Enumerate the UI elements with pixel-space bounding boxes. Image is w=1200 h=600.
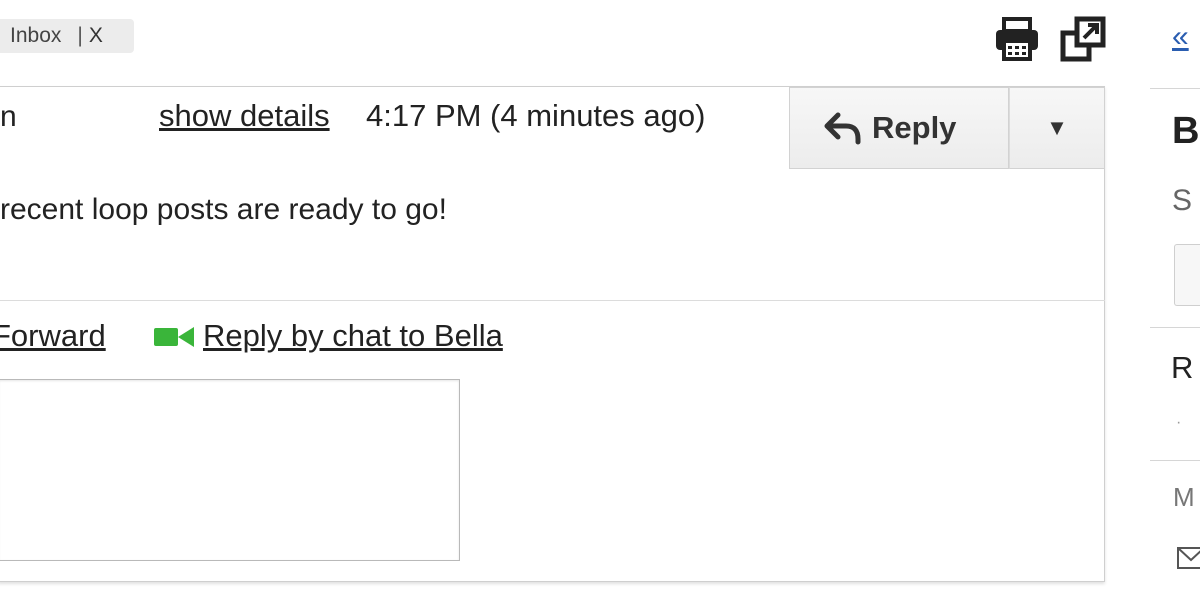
label-chip-text: Inbox — [10, 24, 62, 47]
more-actions-button[interactable]: ▼ — [1009, 87, 1105, 169]
message-body: recent loop posts are ready to go! — [0, 193, 447, 226]
show-details-link[interactable]: show details — [159, 98, 330, 134]
side-panel-meta: M — [1173, 482, 1195, 512]
message-divider — [0, 300, 1105, 301]
sender-name: n — [0, 100, 17, 133]
envelope-icon[interactable] — [1176, 546, 1200, 570]
new-window-icon[interactable] — [1060, 16, 1106, 62]
remove-label-button[interactable]: X — [89, 24, 103, 48]
side-panel-button[interactable] — [1174, 244, 1200, 306]
side-panel-subtitle: S — [1172, 184, 1193, 217]
printer-icon[interactable] — [993, 17, 1041, 61]
side-panel-row: R — [1171, 350, 1194, 385]
label-chip-separator: | — [77, 24, 83, 47]
label-chip-inbox: Inbox | X — [0, 19, 134, 53]
side-panel-dot: · — [1176, 414, 1182, 431]
side-panel-divider — [1150, 88, 1200, 89]
quick-reply-textarea[interactable] — [0, 379, 460, 561]
reply-button[interactable]: Reply — [789, 87, 1009, 169]
reply-arrow-icon — [824, 112, 861, 145]
back-link[interactable]: « — [1172, 20, 1189, 54]
side-panel-heading: B — [1172, 110, 1200, 152]
forward-link[interactable]: Forward — [0, 318, 106, 354]
message-timestamp: 4:17 PM (4 minutes ago) — [366, 98, 706, 133]
reply-by-chat-link[interactable]: Reply by chat to Bella — [203, 318, 503, 354]
reply-button-label: Reply — [872, 110, 957, 145]
side-panel-divider — [1150, 460, 1200, 461]
video-chat-icon — [154, 327, 194, 347]
side-panel-divider — [1150, 327, 1200, 328]
dropdown-arrow-icon: ▼ — [1046, 115, 1068, 140]
